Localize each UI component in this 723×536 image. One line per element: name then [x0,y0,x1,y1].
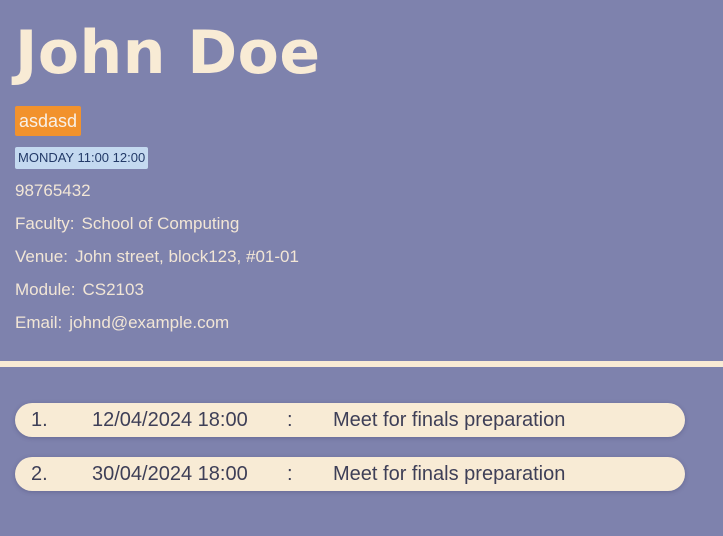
faculty-field: Faculty: School of Computing [15,212,239,236]
event-datetime: 30/04/2024 18:00 [92,463,248,485]
event-separator: : [287,463,293,485]
module-value: CS2103 [82,280,144,299]
module-field: Module: CS2103 [15,278,144,302]
schedule-badge: MONDAY 11:00 12:00 [15,147,149,169]
event-list-item[interactable]: 2. 30/04/2024 18:00 : Meet for finals pr… [15,457,685,491]
email-label: Email: [15,313,63,332]
module-label: Module: [15,280,76,299]
faculty-label: Faculty: [15,214,75,233]
person-name: John Doe [15,18,321,88]
email-field: Email: johnd@example.com [15,311,229,335]
phone-field: 98765432 [15,179,91,203]
venue-field: Venue: John street, block123, #01-01 [15,245,299,269]
event-list-item[interactable]: 1. 12/04/2024 18:00 : Meet for finals pr… [15,403,685,437]
faculty-value: School of Computing [81,214,240,233]
event-separator: : [287,409,293,431]
event-index: 2. [31,463,48,485]
email-value: johnd@example.com [69,313,230,332]
venue-label: Venue: [15,247,68,266]
event-datetime: 12/04/2024 18:00 [92,409,248,431]
venue-value: John street, block123, #01-01 [74,247,299,266]
person-tag: asdasd [15,106,82,136]
event-index: 1. [31,409,48,431]
section-divider [0,361,723,367]
event-description: Meet for finals preparation [333,463,566,485]
event-description: Meet for finals preparation [333,409,566,431]
phone-value: 98765432 [15,181,91,200]
